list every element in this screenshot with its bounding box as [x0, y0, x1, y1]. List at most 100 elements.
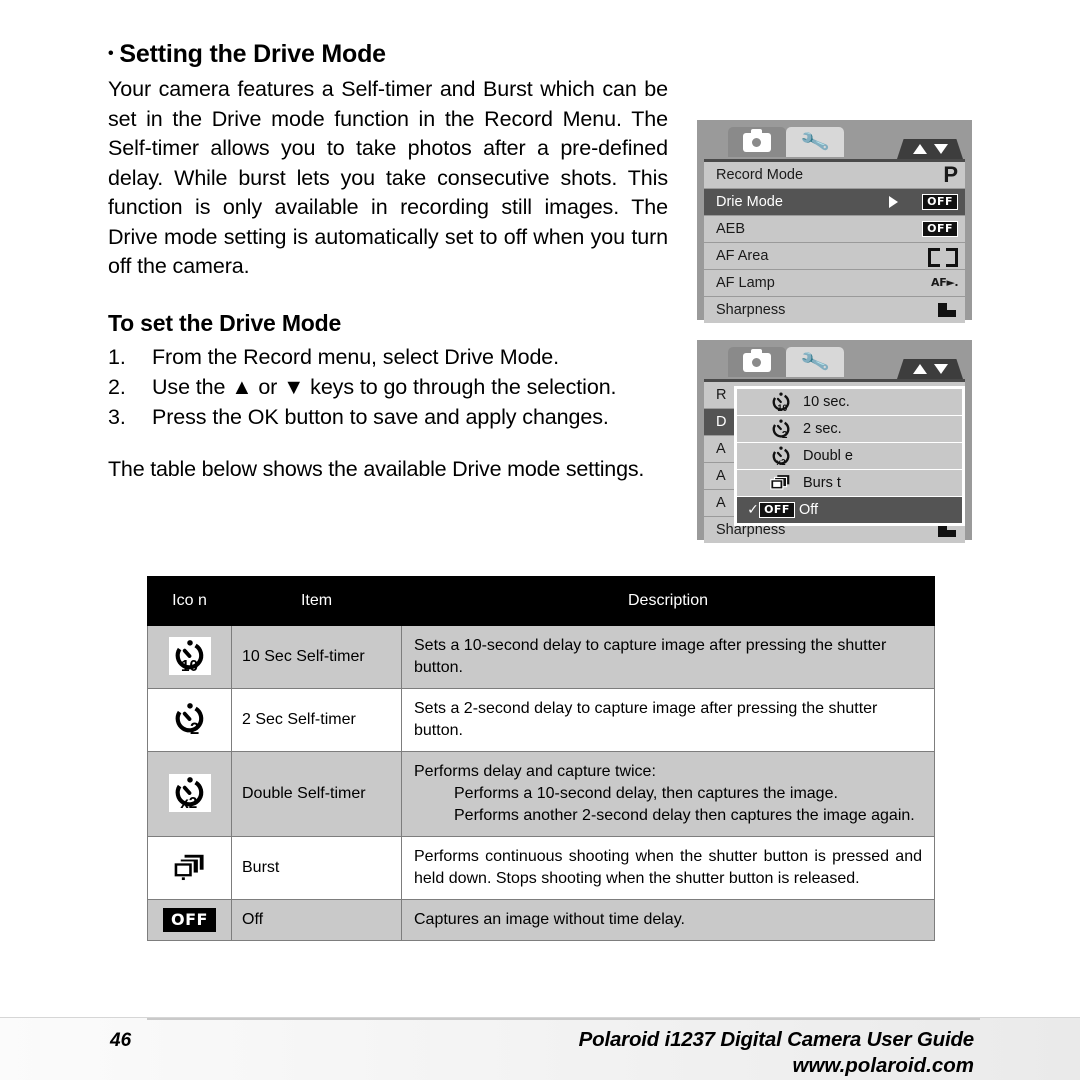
option-off[interactable]: ✓ OFF Off: [737, 497, 962, 523]
list-item: 2. Use the ▲ or ▼ keys to go through the …: [108, 372, 668, 402]
mode-p-icon: P: [943, 161, 958, 187]
timer-double-icon: x2: [765, 446, 797, 466]
column-header-icon: Ico n: [147, 576, 232, 626]
document-page: • Setting the Drive Mode Your camera feat…: [0, 0, 1080, 1080]
arrow-down-icon: [933, 144, 948, 154]
chevron-right-icon: [889, 195, 898, 208]
arrow-up-icon: [912, 144, 927, 154]
option-double[interactable]: x2 Doubl e: [737, 443, 962, 469]
menu-item-label: AF Lamp: [716, 274, 775, 291]
cell-icon: 10: [147, 625, 232, 689]
burst-icon: [167, 849, 212, 884]
menu-item-drive-mode[interactable]: Drie Mode OFF: [704, 189, 965, 215]
menu-item-label: D: [716, 413, 727, 430]
menu-item-af-area[interactable]: AF Area: [704, 243, 965, 269]
arrow-down-icon: [933, 364, 948, 374]
description-main: Sets a 10-second delay to capture image …: [414, 637, 887, 676]
timer-10sec-icon: 10: [168, 636, 211, 675]
scroll-indicator: [897, 139, 963, 159]
drive-mode-table: Ico n Item Description 10 10 Sec Self-ti…: [147, 576, 935, 941]
off-badge-icon: OFF: [759, 501, 795, 518]
step-text: Use the ▲ or ▼ keys to go through the se…: [152, 374, 617, 399]
option-label: 10 sec.: [803, 393, 850, 410]
timer-double-icon: x2: [168, 773, 211, 812]
menu-item-label: A: [716, 494, 726, 511]
description-main: Performs delay and capture twice:: [414, 763, 656, 780]
svg-text:10: 10: [181, 658, 198, 673]
footer-url[interactable]: www.polaroid.com: [793, 1054, 974, 1078]
cell-item: Double Self-timer: [231, 751, 402, 837]
option-10-sec[interactable]: 10 10 sec.: [737, 389, 962, 415]
column-header-description: Description: [401, 576, 935, 626]
option-burst[interactable]: Burs t: [737, 470, 962, 496]
tab-record-mode[interactable]: [728, 347, 786, 377]
table-row: Burst Performs continuous shooting when …: [147, 836, 935, 900]
cell-item: Burst: [231, 836, 402, 900]
lcd-tab-bar: 🔧: [704, 346, 965, 379]
bullet-glyph: •: [108, 45, 114, 62]
menu-item-value: OFF: [916, 193, 958, 210]
menu-item-aeb[interactable]: AEB OFF: [704, 216, 965, 242]
svg-text:2: 2: [190, 719, 199, 736]
cell-icon: x2: [147, 751, 232, 837]
menu-item-label: Record Mode: [716, 166, 804, 183]
option-label: Off: [799, 501, 819, 518]
off-badge-text: OFF: [759, 501, 795, 518]
menu-item-sharpness[interactable]: Sharpness: [704, 297, 965, 323]
step-number: 1.: [108, 344, 126, 369]
menu-item-af-lamp[interactable]: AF Lamp AF►․: [704, 270, 965, 296]
list-item: 3. Press the OK button to save and apply …: [108, 402, 668, 432]
page-number: 46: [110, 1030, 132, 1051]
description-main: Captures an image without time delay.: [414, 911, 685, 928]
option-label: 2 sec.: [803, 420, 842, 437]
step-number: 2.: [108, 374, 126, 399]
menu-item-label: Sharpness: [716, 301, 786, 318]
step-text: Press the OK button to save and apply ch…: [152, 404, 609, 429]
off-badge-icon: OFF: [163, 908, 216, 932]
off-badge-icon: OFF: [922, 193, 958, 210]
menu-item-label: A: [716, 467, 726, 484]
cell-description: Captures an image without time delay.: [401, 899, 935, 941]
option-label: Doubl e: [803, 447, 853, 464]
step-text: From the Record menu, select Drive Mode.: [152, 344, 560, 369]
menu-item-record-mode[interactable]: Record Mode P: [704, 162, 965, 188]
tab-setup-mode[interactable]: 🔧: [786, 346, 844, 377]
menu-item-value: [916, 302, 958, 318]
cell-icon: OFF: [147, 899, 232, 941]
af-area-brackets-icon: [928, 248, 958, 268]
table-row: x2 Double Self-timer Performs delay and …: [147, 751, 935, 837]
menu-item-label: A: [716, 440, 726, 457]
footer-divider: [147, 1018, 980, 1020]
timer-2sec-icon: 2: [765, 419, 797, 439]
menu-item-value: P: [916, 161, 958, 187]
cell-description: Sets a 10-second delay to capture image …: [401, 625, 935, 689]
cell-description: Performs delay and capture twice: Perfor…: [401, 751, 935, 837]
description-sub: Performs another 2-second delay then cap…: [454, 807, 915, 824]
drive-mode-option-list: 10 10 sec. 2 2 sec. x2 Doubl e Burs t ✓ …: [734, 386, 965, 526]
camera-icon: [743, 128, 771, 152]
footer-guide-title: Polaroid i1237 Digital Camera User Guide: [578, 1028, 975, 1051]
scroll-indicator: [897, 359, 963, 379]
timer-10sec-icon: 10: [765, 392, 797, 412]
af-lamp-icon: AF►․: [931, 276, 958, 290]
description-main: Sets a 2-second delay to capture image a…: [414, 700, 878, 739]
camera-lcd-drive-dropdown: 🔧 R D A A A Sharpness 10 10 sec. 2 2 sec…: [697, 340, 972, 543]
description-main: Performs continuous shooting when the sh…: [414, 848, 922, 887]
table-row: 2 2 Sec Self-timer Sets a 2-second delay…: [147, 688, 935, 752]
tab-record-mode[interactable]: [728, 127, 786, 157]
camera-icon: [743, 348, 771, 372]
tab-setup-mode[interactable]: 🔧: [786, 126, 844, 157]
table-header-row: Ico n Item Description: [147, 576, 935, 626]
arrow-up-icon: [912, 364, 927, 374]
lcd-tab-bar: 🔧: [704, 126, 965, 159]
table-header: Ico n Item Description: [147, 576, 935, 626]
page-title-text: Setting the Drive Mode: [119, 40, 386, 68]
description-sub: Performs a 10-second delay, then capture…: [454, 785, 838, 802]
menu-item-label: AEB: [716, 220, 746, 237]
table-lead-in-text: The table below shows the available Driv…: [108, 456, 645, 481]
column-header-item: Item: [231, 576, 402, 626]
menu-item-label: R: [716, 386, 727, 403]
off-badge-icon: OFF: [922, 220, 958, 237]
option-2-sec[interactable]: 2 2 sec.: [737, 416, 962, 442]
intro-paragraph: Your camera features a Self-timer and Bu…: [108, 77, 668, 278]
